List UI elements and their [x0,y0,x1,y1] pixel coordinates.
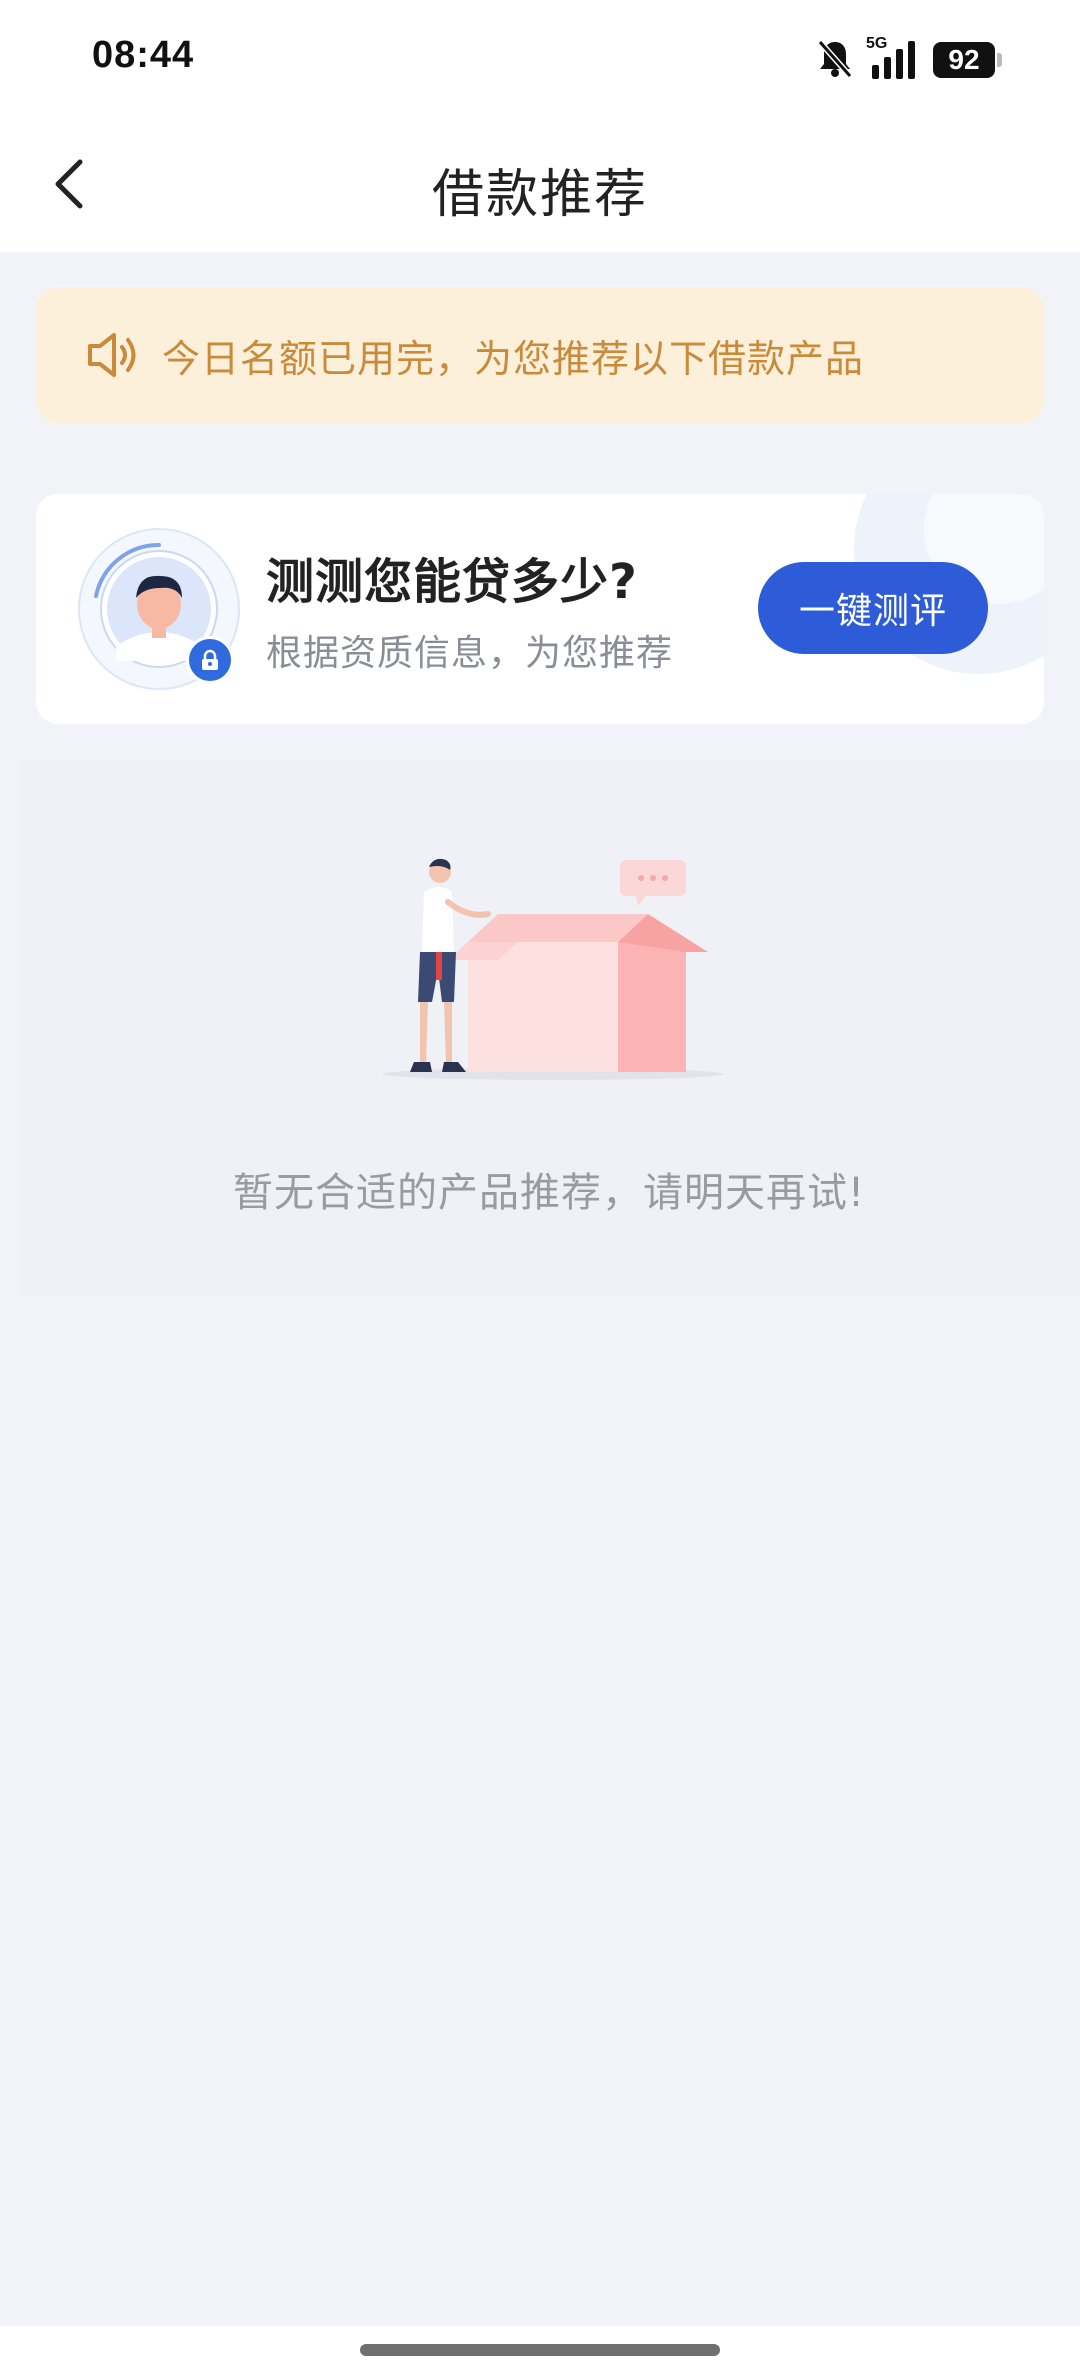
assess-button[interactable]: 一键测评 [758,562,988,654]
nav-bar: 借款推荐 [0,120,1080,252]
battery-icon: 92 [933,42,1002,78]
status-time: 08:44 [92,34,195,76]
status-icons: 5G 92 [816,35,1002,82]
empty-message: 暂无合适的产品推荐，请明天再试! [232,1170,866,1216]
status-bar: 08:44 5G 92 [0,0,1080,120]
battery-level: 92 [933,42,995,78]
bottom-bar [0,2326,1080,2374]
speaker-icon [84,330,140,380]
notice-text: 今日名额已用完，为您推荐以下借款产品 [162,336,865,381]
assessment-card: 测测您能贷多少? 根据资质信息，为您推荐 一键测评 [36,494,1044,724]
lock-icon [186,636,234,684]
notice-banner: 今日名额已用完，为您推荐以下借款产品 [36,287,1044,423]
network-label: 5G [866,35,888,52]
assessment-subtitle: 根据资质信息，为您推荐 [266,633,674,674]
assessment-title: 测测您能贷多少? [266,554,638,610]
empty-state: 暂无合适的产品推荐，请明天再试! [18,760,1080,1295]
person-with-box-illustration [358,852,748,1092]
bell-muted-icon [816,38,854,82]
home-indicator[interactable] [360,2344,720,2356]
page-title: 借款推荐 [431,165,648,225]
signal-icon: 5G [866,35,915,79]
